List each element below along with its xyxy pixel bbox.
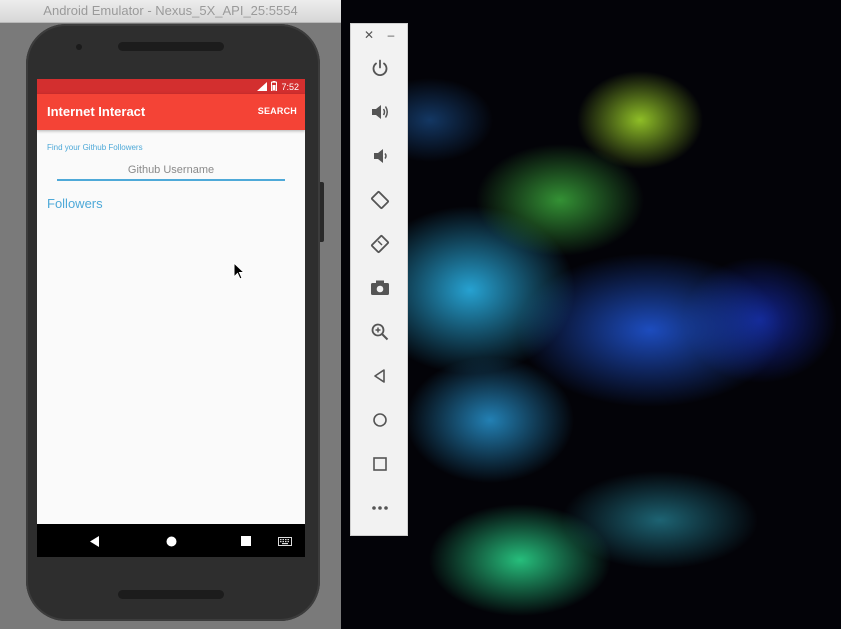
rotate-left-icon[interactable] (366, 186, 394, 214)
home-icon[interactable] (366, 406, 394, 434)
back-icon[interactable] (83, 532, 107, 550)
signal-icon (257, 81, 268, 93)
front-camera (76, 44, 82, 50)
emulator-toolbar: ✕ – (350, 23, 408, 536)
find-followers-label: Find your Github Followers (47, 143, 143, 152)
volume-down-icon[interactable] (366, 142, 394, 170)
top-speaker (118, 42, 224, 51)
zoom-icon[interactable] (366, 318, 394, 346)
camera-icon[interactable] (366, 274, 394, 302)
search-button[interactable]: SEARCH (258, 106, 297, 116)
overview-icon[interactable] (366, 450, 394, 478)
keyboard-icon[interactable] (273, 532, 297, 550)
power-icon[interactable] (366, 54, 394, 82)
home-icon[interactable] (159, 532, 183, 550)
device-screen: 7:52 Internet Interact SEARCH Find your … (37, 79, 305, 557)
phone-frame: 7:52 Internet Interact SEARCH Find your … (26, 24, 324, 621)
bottom-speaker (118, 590, 224, 599)
status-time: 7:52 (281, 81, 299, 92)
recents-icon[interactable] (234, 532, 258, 550)
app-bar: Internet Interact SEARCH (37, 94, 305, 130)
more-icon[interactable] (366, 494, 394, 522)
emulator-window: Android Emulator - Nexus_5X_API_25:5554 … (0, 0, 341, 629)
volume-up-icon[interactable] (366, 98, 394, 126)
github-username-input[interactable] (57, 161, 285, 181)
rotate-right-icon[interactable] (366, 230, 394, 258)
app-title: Internet Interact (47, 104, 146, 119)
navigation-bar (37, 524, 305, 557)
back-icon[interactable] (366, 362, 394, 390)
battery-icon (271, 81, 278, 93)
close-icon[interactable]: ✕ (363, 28, 375, 42)
minimize-icon[interactable]: – (385, 28, 397, 42)
status-bar: 7:52 (37, 79, 305, 94)
followers-heading: Followers (47, 196, 103, 211)
mouse-cursor-icon (233, 262, 245, 280)
window-title: Android Emulator - Nexus_5X_API_25:5554 (0, 0, 341, 23)
side-power-button[interactable] (320, 182, 324, 242)
